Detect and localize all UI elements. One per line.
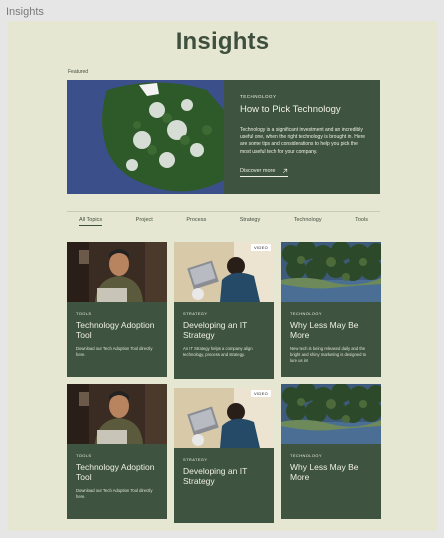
card-image [67,384,167,444]
insights-page: Insights Featured TECHNOLOGY How to Pick… [8,21,437,531]
card-title: Why Less May Be More [290,462,359,482]
card-image [174,242,274,302]
video-badge: VIDEO [251,244,271,251]
card-category: TECHNOLOGY [290,453,323,458]
tab-all-topics[interactable]: All Topics [79,217,103,226]
tab-technology[interactable]: Technology [294,217,322,226]
hero-title: How to Pick Technology [240,104,341,115]
card-description: New tech is being released daily and the… [290,346,367,363]
video-badge: VIDEO [251,390,271,397]
card-title: Why Less May Be More [290,320,359,340]
article-card[interactable]: VIDEO STRATEGY Developing an IT Strategy [174,388,274,523]
topic-tabs: All Topics Project Process Strategy Tech… [67,217,380,226]
card-image [67,242,167,302]
tab-project[interactable]: Project [136,217,153,226]
article-card[interactable]: VIDEO STRATEGY Developing an IT Strategy… [174,242,274,379]
featured-card[interactable]: TECHNOLOGY How to Pick Technology Techno… [67,80,380,194]
article-card[interactable]: TOOLS Technology Adoption Tool Download … [67,384,167,519]
article-card[interactable]: TECHNOLOGY Why Less May Be More [281,384,381,519]
card-category: TOOLS [76,453,92,458]
card-description: Download our Tech Adoption Tool directly… [76,488,153,499]
discover-more-link[interactable]: Discover more [240,167,289,177]
card-image [174,388,274,448]
card-category: STRATEGY [183,311,208,316]
card-title: Technology Adoption Tool [76,320,155,340]
card-title: Technology Adoption Tool [76,462,155,482]
card-description: An IT Strategy helps a company align tec… [183,346,253,357]
card-image [281,242,381,302]
card-image [281,384,381,444]
card-category: TECHNOLOGY [290,311,323,316]
arrow-up-right-icon [283,168,288,173]
discover-more-label: Discover more [240,167,276,174]
hero-category: TECHNOLOGY [240,94,277,99]
card-category: STRATEGY [183,457,208,462]
frame-label: Insights [6,6,44,18]
card-description: Download our Tech Adoption Tool directly… [76,346,153,357]
tab-strategy[interactable]: Strategy [240,217,260,226]
article-card[interactable]: TOOLS Technology Adoption Tool Download … [67,242,167,377]
card-category: TOOLS [76,311,92,316]
card-title: Developing an IT Strategy [183,466,248,486]
hero-image [67,80,224,194]
tab-process[interactable]: Process [186,217,206,226]
hero-description: Technology is a significant investment a… [240,127,366,155]
article-card[interactable]: TECHNOLOGY Why Less May Be More New tech… [281,242,381,377]
tabs-divider [67,211,380,212]
featured-label: Featured [68,69,89,75]
page-title: Insights [175,28,270,55]
card-title: Developing an IT Strategy [183,320,248,340]
tab-tools[interactable]: Tools [355,217,368,226]
